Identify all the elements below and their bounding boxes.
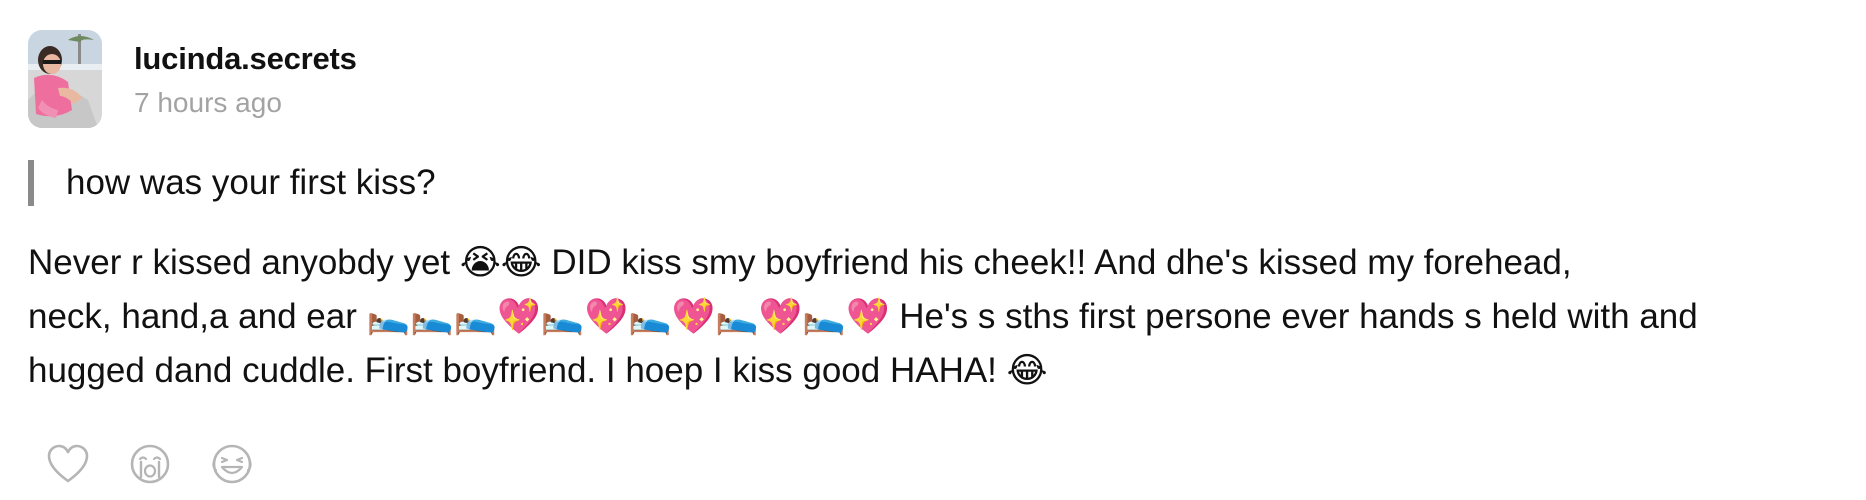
laughing-face-icon	[212, 444, 252, 484]
question-quote: how was your first kiss?	[28, 160, 436, 206]
cry-reaction-button[interactable]	[126, 440, 174, 488]
post-header: lucinda.secrets 7 hours ago	[28, 30, 357, 130]
crying-face-icon	[130, 444, 170, 484]
post-timestamp[interactable]: 7 hours ago	[134, 86, 357, 120]
author-meta: lucinda.secrets 7 hours ago	[134, 30, 357, 120]
answer-post: lucinda.secrets 7 hours ago how was your…	[0, 0, 1866, 500]
avatar-photo	[28, 30, 102, 128]
avatar[interactable]	[28, 30, 102, 128]
username-link[interactable]: lucinda.secrets	[134, 40, 357, 77]
heart-reaction-button[interactable]	[44, 440, 92, 488]
answer-line: hugged dand cuddle. First boyfriend. I h…	[28, 351, 1048, 390]
answer-line: neck, hand,a and ear 🛌🛌🛌💖🛌💖🛌💖🛌💖🛌💖 He's s…	[28, 297, 1698, 336]
question-text: how was your first kiss?	[66, 163, 436, 202]
answer-body: Never r kissed anyobdy yet 😭😂 DID kiss s…	[28, 236, 1848, 398]
answer-line: Never r kissed anyobdy yet 😭😂 DID kiss s…	[28, 243, 1572, 282]
reaction-bar	[44, 440, 290, 488]
heart-outline-icon	[47, 444, 89, 483]
laugh-reaction-button[interactable]	[208, 440, 256, 488]
